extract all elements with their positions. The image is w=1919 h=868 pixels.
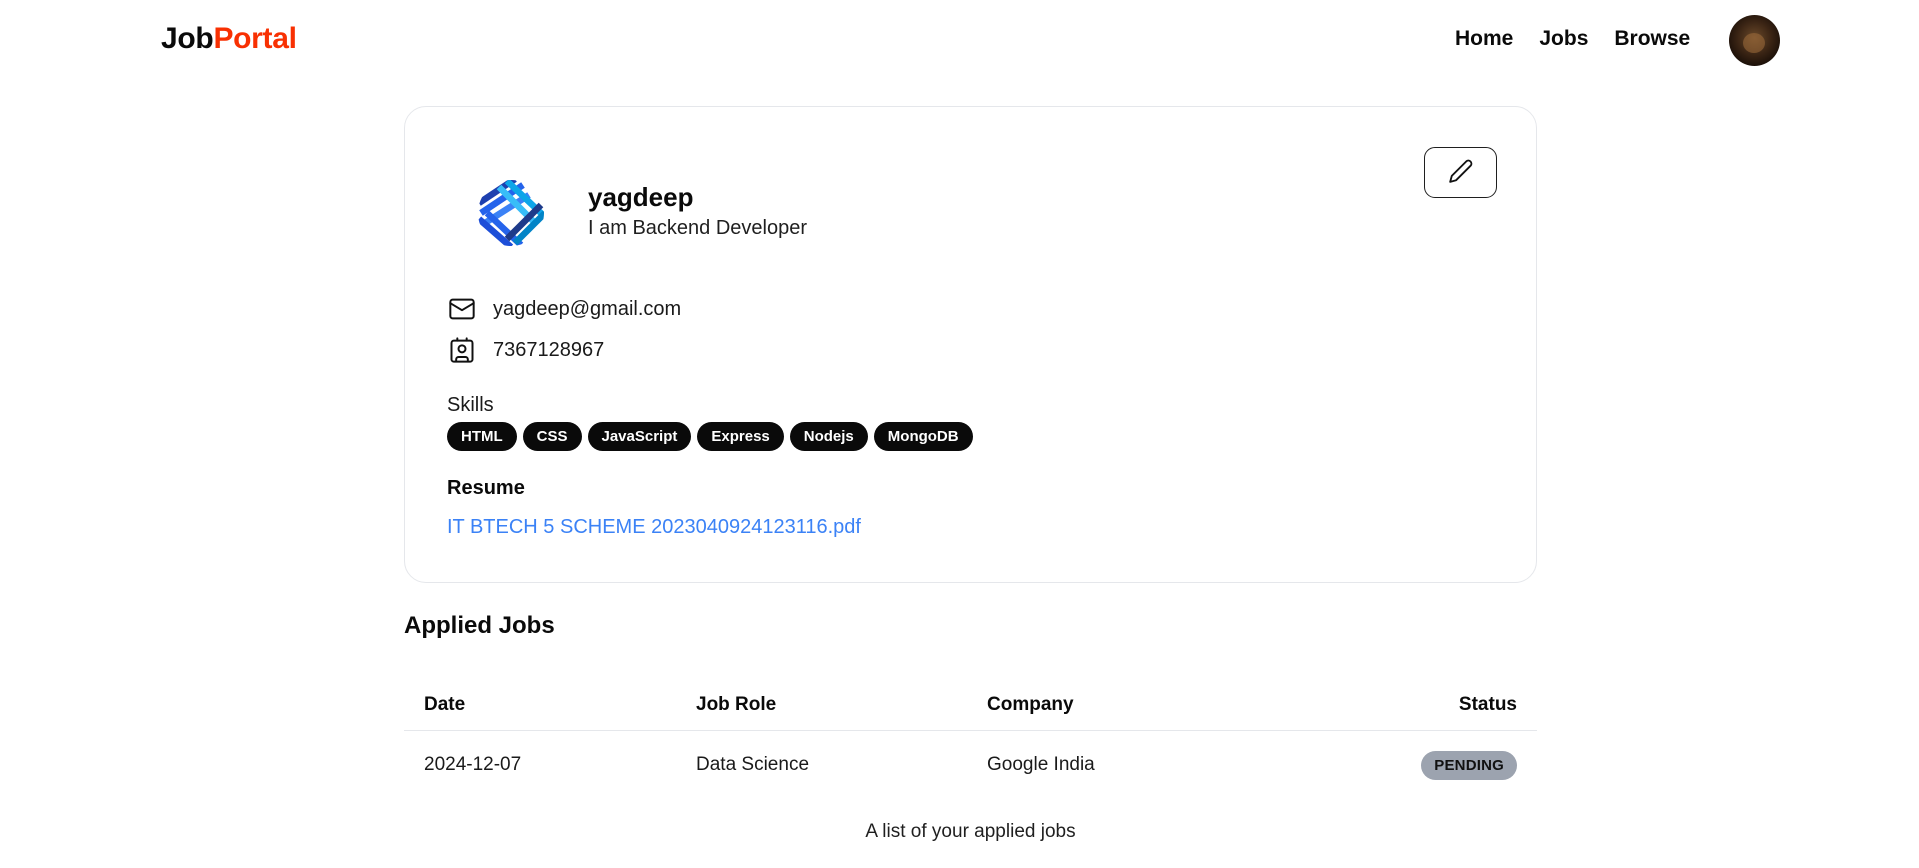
profile-bio: I am Backend Developer — [588, 217, 808, 239]
resume-link[interactable]: IT BTECH 5 SCHEME 2023040924123116.pdf — [447, 516, 861, 539]
profile-name: yagdeep — [588, 182, 694, 212]
profile-logo — [471, 173, 551, 253]
skill-badge: Nodejs — [789, 422, 868, 451]
table-header-row: Date Job Role Company Status — [404, 680, 1537, 731]
navbar: JobPortal Home Jobs Browse — [0, 0, 1919, 84]
skill-badge: Express — [697, 422, 784, 451]
logo-accent: Portal — [213, 22, 297, 55]
cell-job-role: Data Science — [696, 754, 810, 776]
applied-jobs-table: Date Job Role Company Status 2024-12-07 … — [404, 680, 1537, 800]
resume-heading: Resume — [447, 477, 525, 499]
user-avatar[interactable] — [1729, 15, 1780, 66]
skill-badge: JavaScript — [587, 422, 692, 451]
email-text: yagdeep@gmail.com — [493, 297, 682, 320]
avatar-photo — [1743, 33, 1765, 53]
cell-company: Google India — [987, 754, 1095, 776]
table-row: 2024-12-07 Data Science Google India PEN… — [404, 730, 1537, 800]
skill-badge: HTML — [447, 422, 517, 451]
column-header-job-role: Job Role — [676, 680, 967, 731]
nav-link-browse[interactable]: Browse — [1614, 27, 1690, 51]
phone-text: 7367128967 — [493, 338, 605, 361]
skills-heading: Skills — [447, 394, 494, 416]
nav-link-jobs[interactable]: Jobs — [1539, 27, 1588, 51]
mail-icon — [447, 294, 477, 324]
nav-link-home[interactable]: Home — [1455, 27, 1513, 51]
table-caption: A list of your applied jobs — [865, 821, 1076, 842]
column-header-date: Date — [404, 680, 676, 731]
status-badge: PENDING — [1421, 750, 1517, 780]
logo-prefix: Job — [161, 22, 214, 55]
edit-profile-button[interactable] — [1424, 147, 1497, 198]
contact-card-icon — [447, 335, 477, 365]
profile-card: yagdeep I am Backend Developer yagdeep@g… — [404, 106, 1537, 583]
skills-list: HTML CSS JavaScript Express Nodejs Mongo… — [447, 422, 973, 451]
logo[interactable]: JobPortal — [161, 22, 297, 56]
applied-jobs-heading: Applied Jobs — [404, 612, 555, 639]
nav-links: Home Jobs Browse — [1455, 27, 1690, 51]
skill-badge: MongoDB — [873, 422, 973, 451]
cell-date: 2024-12-07 — [424, 754, 522, 776]
column-header-status: Status — [1367, 680, 1537, 731]
contact-email: yagdeep@gmail.com — [447, 294, 681, 324]
column-header-company: Company — [967, 680, 1367, 731]
cell-status: PENDING — [1367, 730, 1537, 800]
contact-phone: 7367128967 — [447, 335, 604, 365]
pencil-icon — [1448, 158, 1474, 187]
skill-badge: CSS — [522, 422, 582, 451]
